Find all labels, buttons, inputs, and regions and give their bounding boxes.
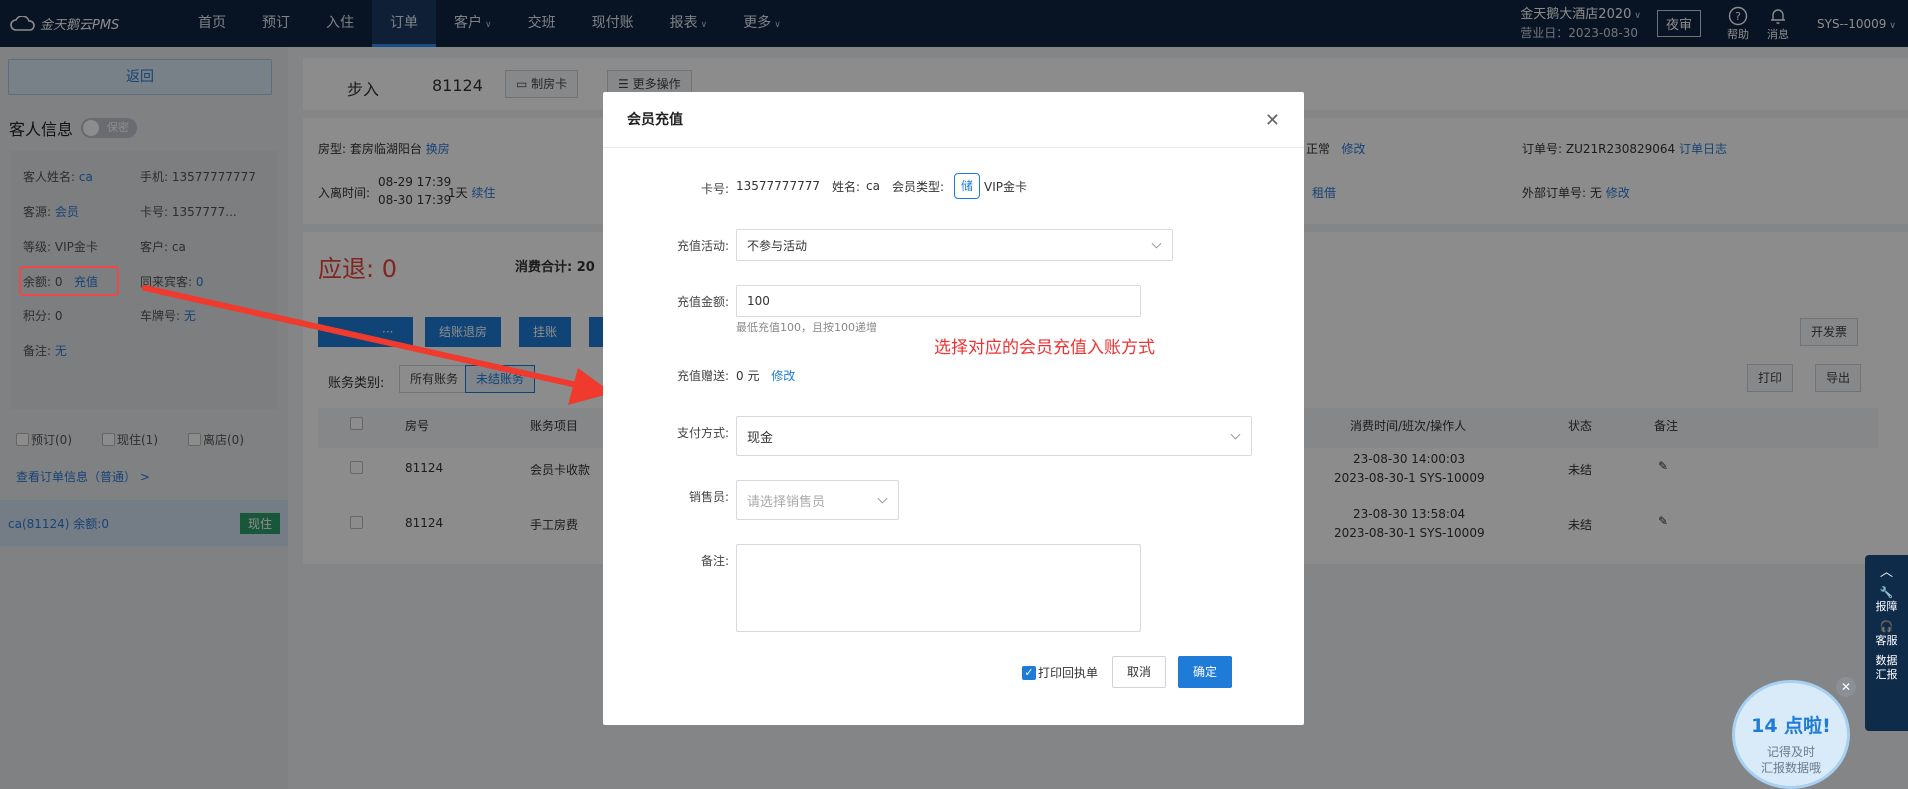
side-toolbar: ︿ 🔧 报障 🎧 客服 数据汇报 — [1865, 555, 1908, 731]
confirm-button[interactable]: 确定 — [1178, 656, 1233, 688]
reminder-line1: 记得及时 — [1766, 745, 1815, 759]
close-icon[interactable]: ✕ — [1836, 677, 1856, 697]
gift-label: 充值赠送: — [676, 369, 729, 383]
wrench-icon: 🔧 — [1879, 586, 1894, 599]
payment-label: 支付方式: — [676, 426, 729, 440]
chevron-down-icon — [1151, 238, 1162, 249]
payment-value: 现金 — [747, 430, 774, 446]
activity-select[interactable]: 不参与活动 — [736, 229, 1173, 261]
gift-value: 0 元 — [736, 369, 760, 383]
card-no-label: 卡号: — [700, 182, 729, 196]
report-issue-button[interactable]: 🔧 报障 — [1876, 586, 1898, 614]
member-recharge-dialog: 会员充值 ✕ 卡号: 13577777777 姓名: ca 会员类型: 储 VI… — [603, 92, 1304, 725]
remark-textarea[interactable] — [736, 544, 1141, 632]
dialog-title: 会员充值 — [603, 92, 1304, 148]
seller-placeholder: 请选择销售员 — [747, 494, 826, 510]
chevron-down-icon — [1230, 429, 1241, 440]
customer-service-label: 客服 — [1875, 634, 1898, 647]
member-type-label: 会员类型: — [891, 179, 945, 194]
amount-value: 100 — [747, 294, 770, 308]
annotation-text: 选择对应的会员充值入账方式 — [934, 338, 1155, 358]
check-icon: ✓ — [1022, 665, 1036, 680]
chevron-up-icon[interactable]: ︿ — [1880, 561, 1893, 580]
activity-value: 不参与活动 — [747, 238, 808, 253]
member-summary: 13577777777 姓名: ca 会员类型: 储 VIP金卡 — [736, 173, 1027, 199]
gift-value-wrap: 0 元 修改 — [736, 367, 795, 384]
payment-select[interactable]: 现金 — [736, 416, 1252, 456]
data-report-button[interactable]: 数据汇报 — [1874, 654, 1900, 682]
amount-label: 充值金额: — [676, 295, 729, 309]
chevron-down-icon — [877, 493, 888, 504]
remark-label: 备注: — [700, 554, 729, 568]
seller-label: 销售员: — [688, 490, 729, 504]
amount-input[interactable]: 100 — [736, 285, 1141, 317]
print-receipt-checkbox[interactable]: ✓ 打印回执单 — [1022, 664, 1098, 681]
seller-select[interactable]: 请选择销售员 — [736, 480, 899, 520]
reminder-title: 14 点啦! — [1751, 715, 1831, 737]
headset-icon: 🎧 — [1879, 620, 1894, 633]
stored-value-chip: 储 — [954, 173, 981, 199]
cancel-button[interactable]: 取消 — [1112, 656, 1167, 688]
gift-modify-link[interactable]: 修改 — [771, 369, 795, 383]
reminder-bubble[interactable]: 14 点啦! 记得及时 汇报数据哦 — [1732, 680, 1850, 789]
report-issue-label: 报障 — [1875, 600, 1898, 613]
member-name-value: ca — [866, 179, 880, 193]
activity-label: 充值活动: — [676, 239, 729, 253]
member-type-value: VIP金卡 — [984, 179, 1028, 194]
member-name-label: 姓名: — [831, 179, 861, 194]
amount-hint: 最低充值100，且按100递增 — [736, 321, 877, 334]
close-icon[interactable]: ✕ — [1265, 110, 1280, 131]
card-no-value: 13577777777 — [736, 179, 820, 193]
print-receipt-label: 打印回执单 — [1038, 666, 1099, 680]
reminder-line2: 汇报数据哦 — [1760, 761, 1821, 775]
customer-service-button[interactable]: 🎧 客服 — [1876, 620, 1898, 648]
